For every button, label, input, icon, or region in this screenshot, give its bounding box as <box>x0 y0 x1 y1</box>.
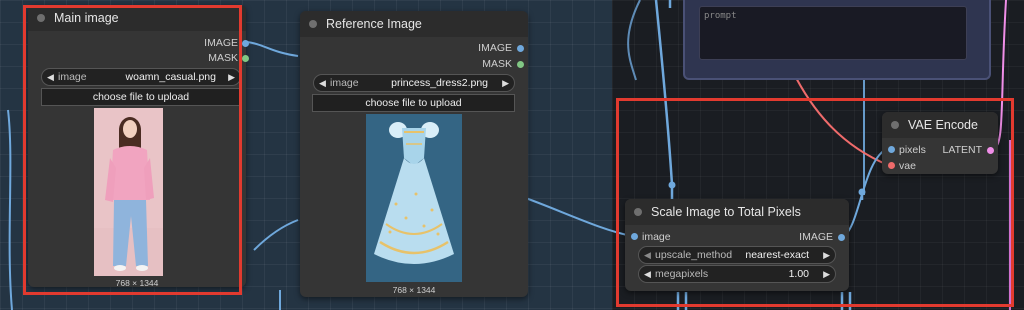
highlight-main-image <box>23 5 242 295</box>
reference-image-node-title[interactable]: Reference Image <box>300 11 528 37</box>
image-select-value: princess_dress2.png <box>391 77 488 89</box>
output-image-port[interactable] <box>517 45 524 52</box>
output-mask-label: MASK <box>482 58 512 70</box>
reference-image-dims: 768 × 1344 <box>392 285 436 295</box>
wire-main-out <box>246 41 299 57</box>
reference-image-title-text: Reference Image <box>326 17 422 31</box>
wire-mid <box>627 0 641 81</box>
output-mask-port[interactable] <box>242 55 249 62</box>
image-select-widget[interactable]: ◀ image princess_dress2.png ▶ <box>313 74 515 92</box>
choose-file-upload-button[interactable]: choose file to upload <box>312 94 515 112</box>
collapse-dot-icon[interactable] <box>309 20 317 28</box>
output-image-label: IMAGE <box>478 42 512 54</box>
prompt-node[interactable]: prompt <box>683 0 991 80</box>
output-image-port[interactable] <box>242 40 249 47</box>
wire-left-edge <box>7 109 13 310</box>
next-arrow-icon[interactable]: ▶ <box>502 75 509 91</box>
prompt-textarea[interactable]: prompt <box>699 6 967 60</box>
reference-image-preview <box>366 114 462 282</box>
highlight-scale-and-vae <box>616 98 1014 307</box>
wire-main-down <box>253 219 299 251</box>
reference-image-node[interactable]: Reference Image IMAGE MASK ◀ image princ… <box>300 11 528 297</box>
output-mask-port[interactable] <box>517 61 524 68</box>
prev-arrow-icon[interactable]: ◀ <box>319 75 326 91</box>
image-select-label: image <box>330 77 359 89</box>
node-canvas[interactable]: prompt Main image IMAGE MASK ◀ image woa… <box>0 0 1024 310</box>
